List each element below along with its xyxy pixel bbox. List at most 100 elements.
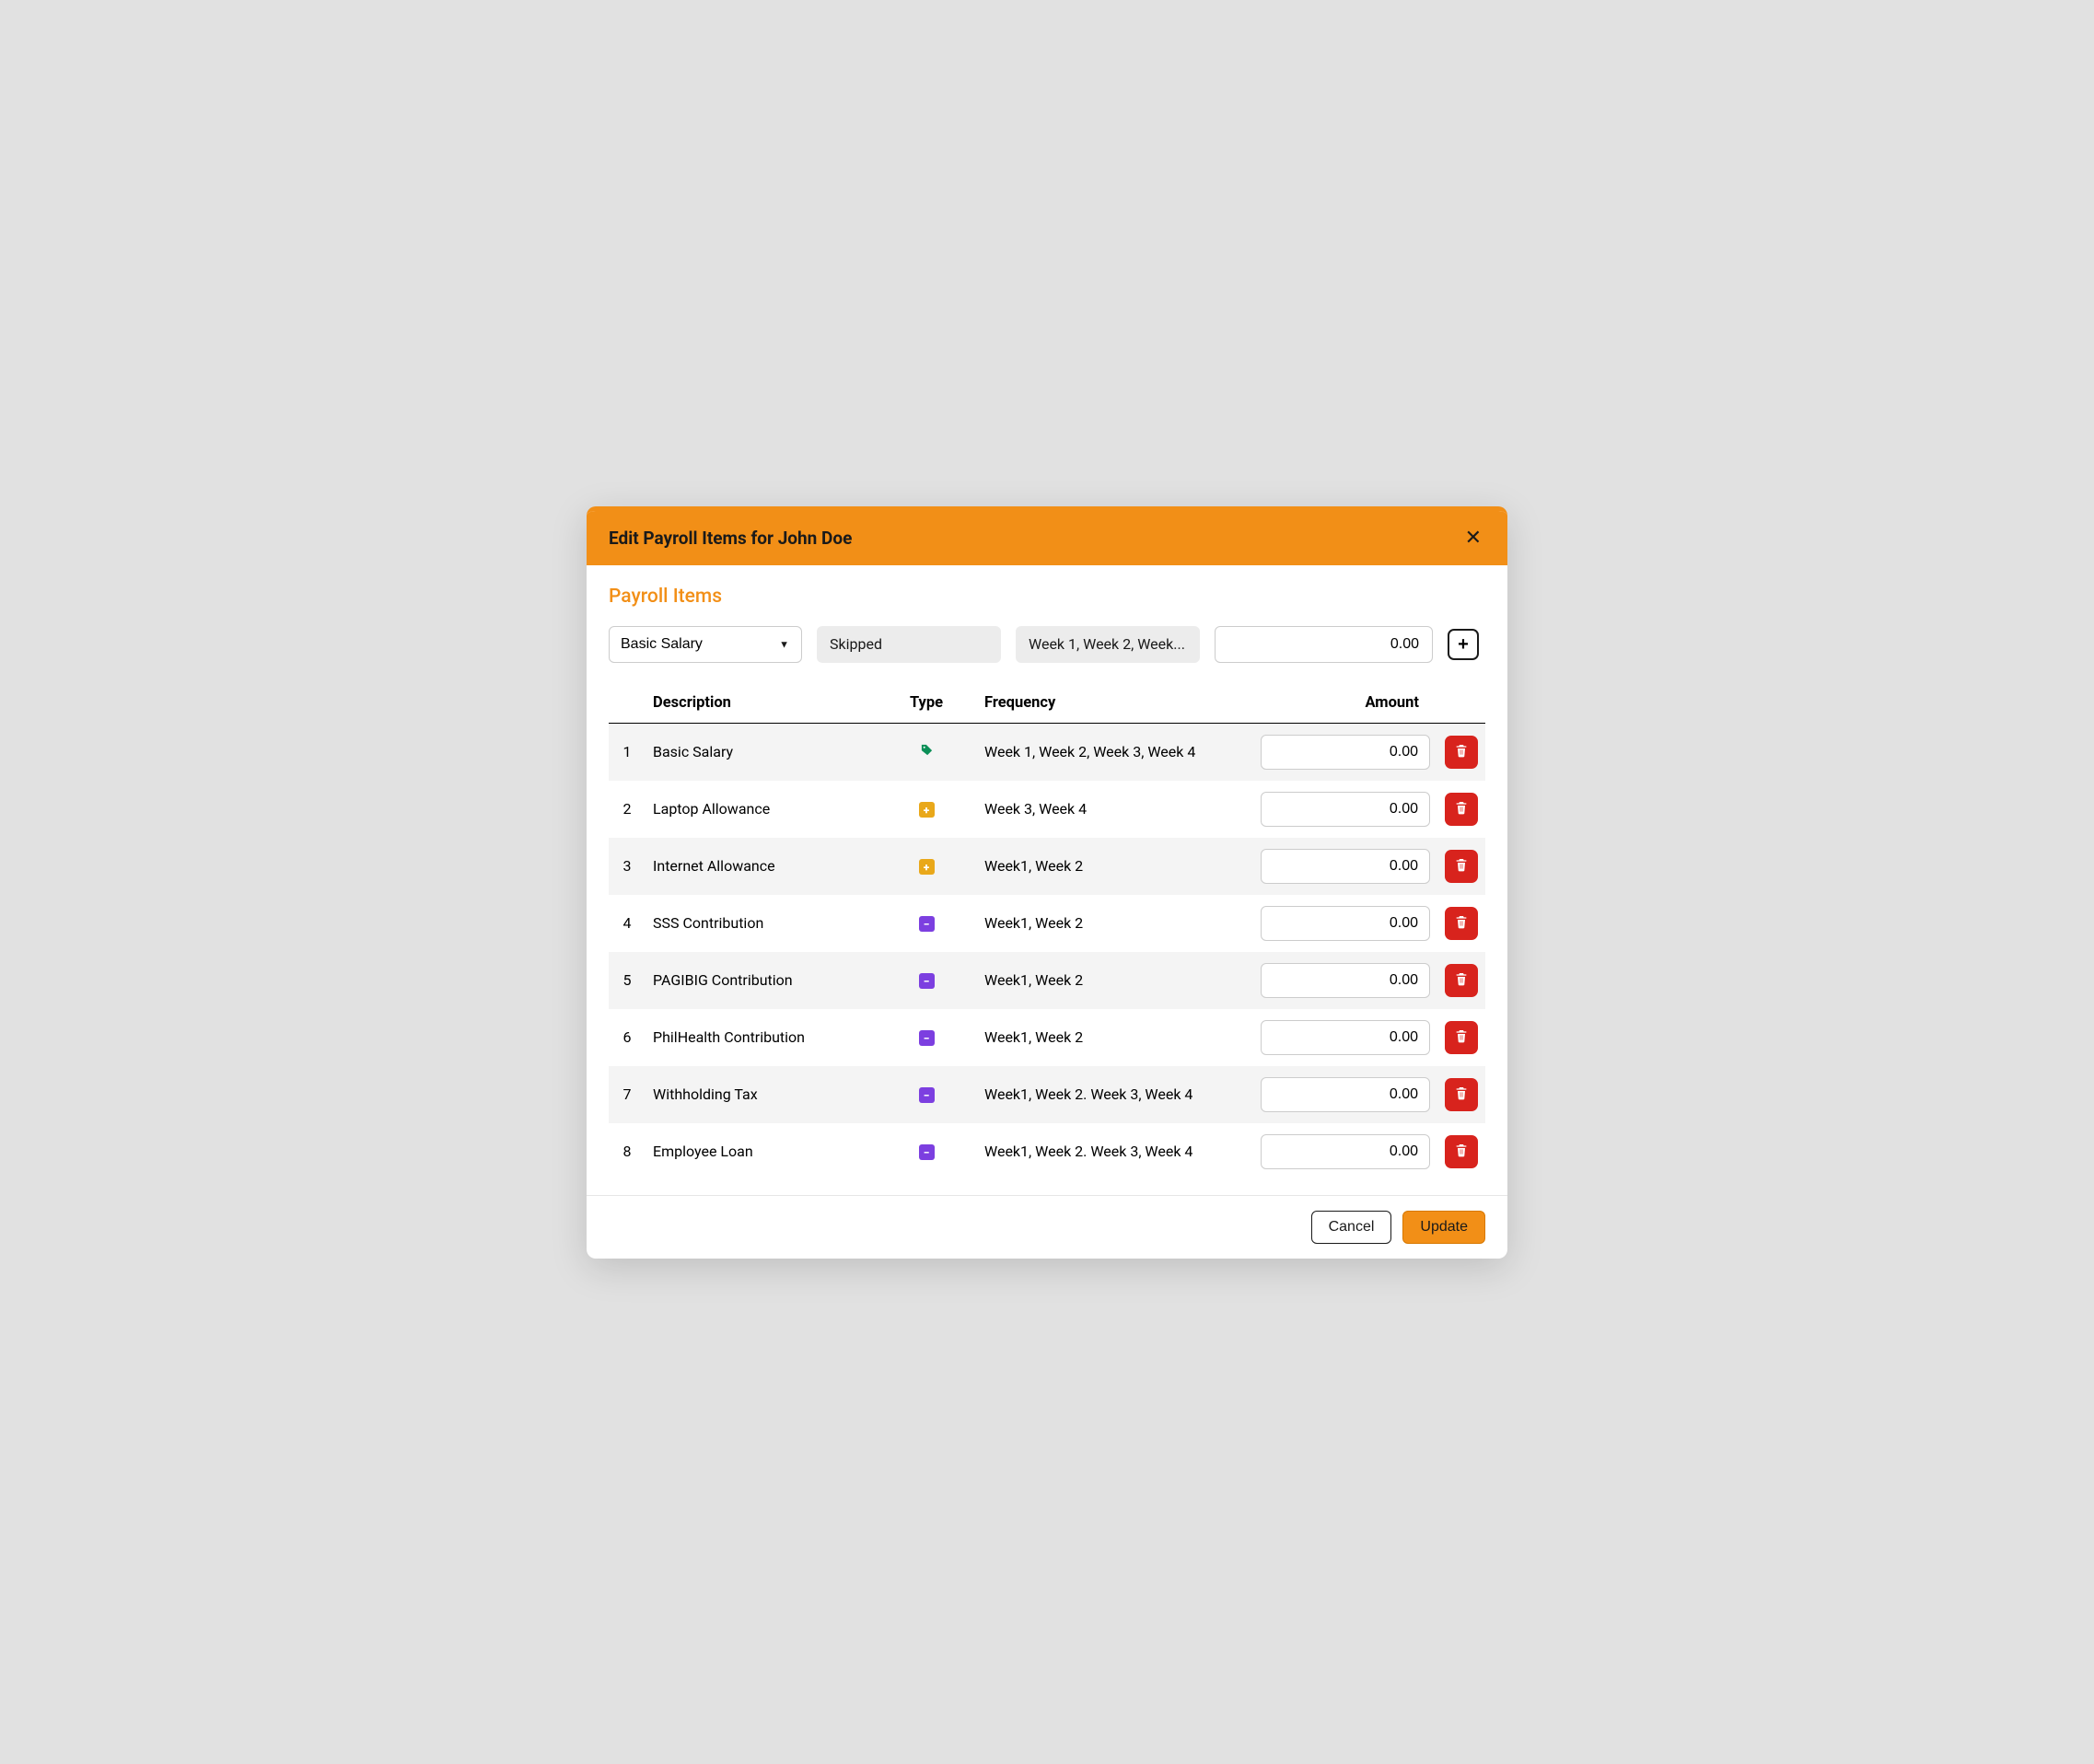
modal-body: Payroll Items Basic Salary ▼ Skipped Wee… <box>587 565 1507 1180</box>
row-action-cell <box>1437 952 1485 1009</box>
tag-icon <box>920 743 934 757</box>
row-frequency: Week1, Week 2 <box>977 838 1253 895</box>
row-amount-cell <box>1253 838 1437 895</box>
col-description: Description <box>646 685 876 724</box>
row-action-cell <box>1437 781 1485 838</box>
plus-icon: + <box>919 802 935 818</box>
delete-button[interactable] <box>1445 1135 1478 1168</box>
trash-icon <box>1454 914 1469 932</box>
controls-row: Basic Salary ▼ Skipped Week 1, Week 2, W… <box>609 626 1485 663</box>
row-type: − <box>876 1123 977 1180</box>
row-number: 1 <box>609 723 646 781</box>
row-description: SSS Contribution <box>646 895 876 952</box>
new-amount-input[interactable] <box>1215 626 1433 663</box>
close-icon: ✕ <box>1465 526 1482 549</box>
delete-button[interactable] <box>1445 793 1478 826</box>
row-amount-cell <box>1253 1066 1437 1123</box>
col-number <box>609 685 646 724</box>
row-amount-cell <box>1253 723 1437 781</box>
trash-icon <box>1454 1085 1469 1103</box>
trash-icon <box>1454 971 1469 989</box>
row-frequency: Week1, Week 2. Week 3, Week 4 <box>977 1066 1253 1123</box>
description-select[interactable]: Basic Salary <box>609 626 802 663</box>
col-type: Type <box>876 685 977 724</box>
delete-button[interactable] <box>1445 1021 1478 1054</box>
row-amount-cell <box>1253 1009 1437 1066</box>
type-chip-label: Skipped <box>830 635 882 653</box>
row-description: PhilHealth Contribution <box>646 1009 876 1066</box>
row-amount-input[interactable] <box>1261 735 1430 770</box>
row-number: 7 <box>609 1066 646 1123</box>
row-frequency: Week1, Week 2. Week 3, Week 4 <box>977 1123 1253 1180</box>
row-amount-input[interactable] <box>1261 849 1430 884</box>
add-button[interactable]: + <box>1448 629 1479 660</box>
minus-icon: − <box>919 916 935 932</box>
update-button[interactable]: Update <box>1402 1211 1485 1244</box>
close-button[interactable]: ✕ <box>1461 528 1485 548</box>
row-type: − <box>876 1066 977 1123</box>
row-amount-cell <box>1253 952 1437 1009</box>
row-type: + <box>876 838 977 895</box>
row-number: 2 <box>609 781 646 838</box>
minus-icon: − <box>919 973 935 989</box>
trash-icon <box>1454 1028 1469 1046</box>
type-chip[interactable]: Skipped <box>817 626 1001 663</box>
frequency-chip-label: Week 1, Week 2, Week... <box>1029 635 1185 653</box>
row-frequency: Week1, Week 2 <box>977 1009 1253 1066</box>
delete-button[interactable] <box>1445 907 1478 940</box>
trash-icon <box>1454 1143 1469 1160</box>
row-amount-input[interactable] <box>1261 1077 1430 1112</box>
section-title: Payroll Items <box>609 586 1485 608</box>
modal-footer: Cancel Update <box>587 1195 1507 1259</box>
row-action-cell <box>1437 1123 1485 1180</box>
row-amount-input[interactable] <box>1261 963 1430 998</box>
trash-icon <box>1454 743 1469 760</box>
row-amount-cell <box>1253 1123 1437 1180</box>
plus-icon: + <box>919 859 935 875</box>
row-description: Basic Salary <box>646 723 876 781</box>
col-amount: Amount <box>1253 685 1437 724</box>
table-row: 8Employee Loan−Week1, Week 2. Week 3, We… <box>609 1123 1485 1180</box>
row-description: PAGIBIG Contribution <box>646 952 876 1009</box>
table-row: 2Laptop Allowance + Week 3, Week 4 <box>609 781 1485 838</box>
row-description: Withholding Tax <box>646 1066 876 1123</box>
row-amount-input[interactable] <box>1261 1134 1430 1169</box>
delete-button[interactable] <box>1445 736 1478 769</box>
minus-icon: − <box>919 1030 935 1046</box>
row-description: Laptop Allowance <box>646 781 876 838</box>
col-frequency: Frequency <box>977 685 1253 724</box>
row-amount-input[interactable] <box>1261 906 1430 941</box>
payroll-items-table: Description Type Frequency Amount 1Basic… <box>609 685 1485 1180</box>
row-amount-input[interactable] <box>1261 1020 1430 1055</box>
table-row: 1Basic Salary Week 1, Week 2, Week 3, Wee… <box>609 723 1485 781</box>
frequency-chip[interactable]: Week 1, Week 2, Week... <box>1016 626 1200 663</box>
row-number: 5 <box>609 952 646 1009</box>
plus-icon: + <box>1458 635 1469 654</box>
modal-title: Edit Payroll Items for John Doe <box>609 528 852 549</box>
row-amount-input[interactable] <box>1261 792 1430 827</box>
row-frequency: Week 3, Week 4 <box>977 781 1253 838</box>
delete-button[interactable] <box>1445 850 1478 883</box>
modal-header: Edit Payroll Items for John Doe ✕ <box>587 511 1507 565</box>
table-row: 6PhilHealth Contribution − Week1, Week 2 <box>609 1009 1485 1066</box>
row-action-cell <box>1437 895 1485 952</box>
minus-icon: − <box>919 1144 935 1160</box>
row-number: 4 <box>609 895 646 952</box>
row-amount-cell <box>1253 781 1437 838</box>
row-type: − <box>876 1009 977 1066</box>
table-row: 7Withholding Tax − Week1, Week 2. Week 3, … <box>609 1066 1485 1123</box>
row-number: 6 <box>609 1009 646 1066</box>
trash-icon <box>1454 857 1469 875</box>
cancel-button[interactable]: Cancel <box>1311 1211 1392 1244</box>
trash-icon <box>1454 800 1469 818</box>
row-number: 8 <box>609 1123 646 1180</box>
delete-button[interactable] <box>1445 1078 1478 1111</box>
row-frequency: Week 1, Week 2, Week 3, Week 4 <box>977 723 1253 781</box>
table-row: 4SSS Contribution−Week1, Week 2 <box>609 895 1485 952</box>
col-action <box>1437 685 1485 724</box>
row-type: − <box>876 952 977 1009</box>
delete-button[interactable] <box>1445 964 1478 997</box>
row-amount-cell <box>1253 895 1437 952</box>
minus-icon: − <box>919 1087 935 1103</box>
edit-payroll-modal: Edit Payroll Items for John Doe ✕ Payrol… <box>587 506 1507 1259</box>
